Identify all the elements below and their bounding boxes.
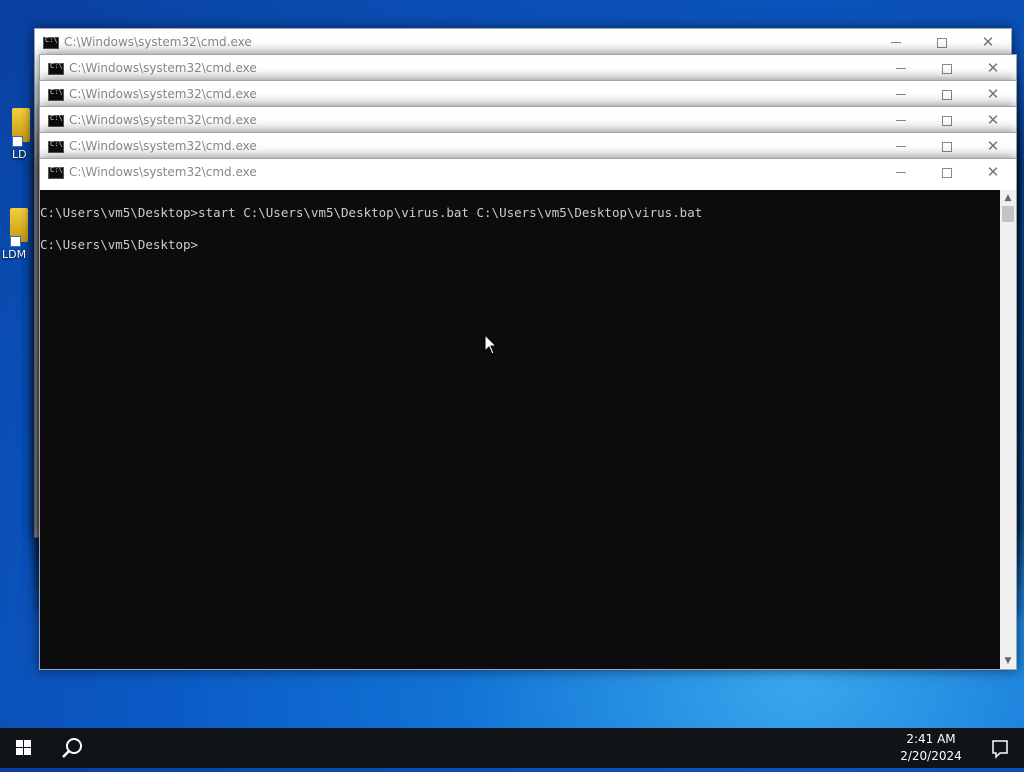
clock-date: 2/20/2024 bbox=[900, 749, 962, 763]
console-line-prompt: C:\Users\vm5\Desktop> bbox=[40, 237, 199, 252]
shortcut-arrow-icon bbox=[10, 236, 21, 247]
scroll-down-arrow-icon[interactable]: ▼ bbox=[1000, 655, 1016, 667]
close-button[interactable]: ✕ bbox=[970, 107, 1016, 133]
close-button[interactable]: ✕ bbox=[970, 159, 1016, 185]
minimize-button[interactable] bbox=[873, 29, 919, 55]
console-line-command: C:\Users\vm5\Desktop>start C:\Users\vm5\… bbox=[40, 205, 703, 220]
window-title: C:\Windows\system32\cmd.exe bbox=[69, 61, 257, 75]
clock-time: 2:41 AM bbox=[906, 732, 956, 746]
maximize-button[interactable] bbox=[924, 55, 970, 81]
cmd-icon bbox=[48, 62, 64, 75]
cmd-icon bbox=[48, 114, 64, 127]
close-button[interactable]: ✕ bbox=[970, 133, 1016, 159]
close-button[interactable]: ✕ bbox=[970, 55, 1016, 81]
window-title: C:\Windows\system32\cmd.exe bbox=[69, 87, 257, 101]
window-title: C:\Windows\system32\cmd.exe bbox=[69, 165, 257, 179]
window-titlebar[interactable]: C:\Windows\system32\cmd.exe ✕ bbox=[40, 159, 1016, 185]
system-clock[interactable]: 2:41 AM 2/20/2024 bbox=[896, 731, 966, 765]
cmd-icon bbox=[48, 140, 64, 153]
search-button[interactable] bbox=[48, 728, 96, 768]
windows-logo-icon bbox=[16, 740, 32, 756]
desktop-icon-label: LDM bbox=[2, 248, 27, 261]
search-icon bbox=[62, 738, 82, 758]
desktop-icon-label: LD bbox=[12, 148, 27, 161]
window-titlebar[interactable]: C:\Windows\system32\cmd.exe ✕ bbox=[40, 133, 1016, 159]
window-titlebar[interactable]: C:\Windows\system32\cmd.exe ✕ bbox=[35, 29, 1011, 55]
window-title: C:\Windows\system32\cmd.exe bbox=[69, 113, 257, 127]
window-titlebar[interactable]: C:\Windows\system32\cmd.exe ✕ bbox=[40, 55, 1016, 81]
minimize-button[interactable] bbox=[878, 133, 924, 159]
notification-icon bbox=[992, 740, 1008, 759]
minimize-button[interactable] bbox=[878, 55, 924, 81]
minimize-button[interactable] bbox=[878, 107, 924, 133]
action-center-button[interactable] bbox=[976, 728, 1024, 768]
start-button[interactable] bbox=[0, 728, 48, 768]
desktop-icon-ld[interactable]: LD bbox=[2, 108, 32, 164]
window-titlebar[interactable]: C:\Windows\system32\cmd.exe ✕ bbox=[40, 107, 1016, 133]
maximize-button[interactable] bbox=[924, 133, 970, 159]
scroll-up-arrow-icon[interactable]: ▲ bbox=[1000, 192, 1016, 204]
window-title: C:\Windows\system32\cmd.exe bbox=[69, 139, 257, 153]
console-output[interactable]: C:\Users\vm5\Desktop>start C:\Users\vm5\… bbox=[40, 190, 1001, 669]
cmd-icon bbox=[48, 166, 64, 179]
window-titlebar[interactable]: C:\Windows\system32\cmd.exe ✕ bbox=[40, 81, 1016, 107]
shortcut-arrow-icon bbox=[12, 136, 23, 147]
maximize-button[interactable] bbox=[919, 29, 965, 55]
desktop-icon-ldm[interactable]: LDM bbox=[0, 208, 30, 264]
mouse-pointer-icon bbox=[484, 334, 498, 355]
maximize-button[interactable] bbox=[924, 159, 970, 185]
window-title: C:\Windows\system32\cmd.exe bbox=[64, 35, 252, 49]
cmd-icon bbox=[43, 36, 59, 49]
maximize-button[interactable] bbox=[924, 81, 970, 107]
maximize-button[interactable] bbox=[924, 107, 970, 133]
minimize-button[interactable] bbox=[878, 159, 924, 185]
scroll-thumb[interactable] bbox=[1002, 206, 1014, 222]
minimize-button[interactable] bbox=[878, 81, 924, 107]
vertical-scrollbar[interactable]: ▲ ▼ bbox=[1000, 190, 1016, 669]
cmd-window-active[interactable]: C:\Windows\system32\cmd.exe ✕ C:\Users\v… bbox=[39, 158, 1017, 670]
cmd-icon bbox=[48, 88, 64, 101]
close-button[interactable]: ✕ bbox=[965, 29, 1011, 55]
taskbar: 2:41 AM 2/20/2024 bbox=[0, 728, 1024, 768]
close-button[interactable]: ✕ bbox=[970, 81, 1016, 107]
